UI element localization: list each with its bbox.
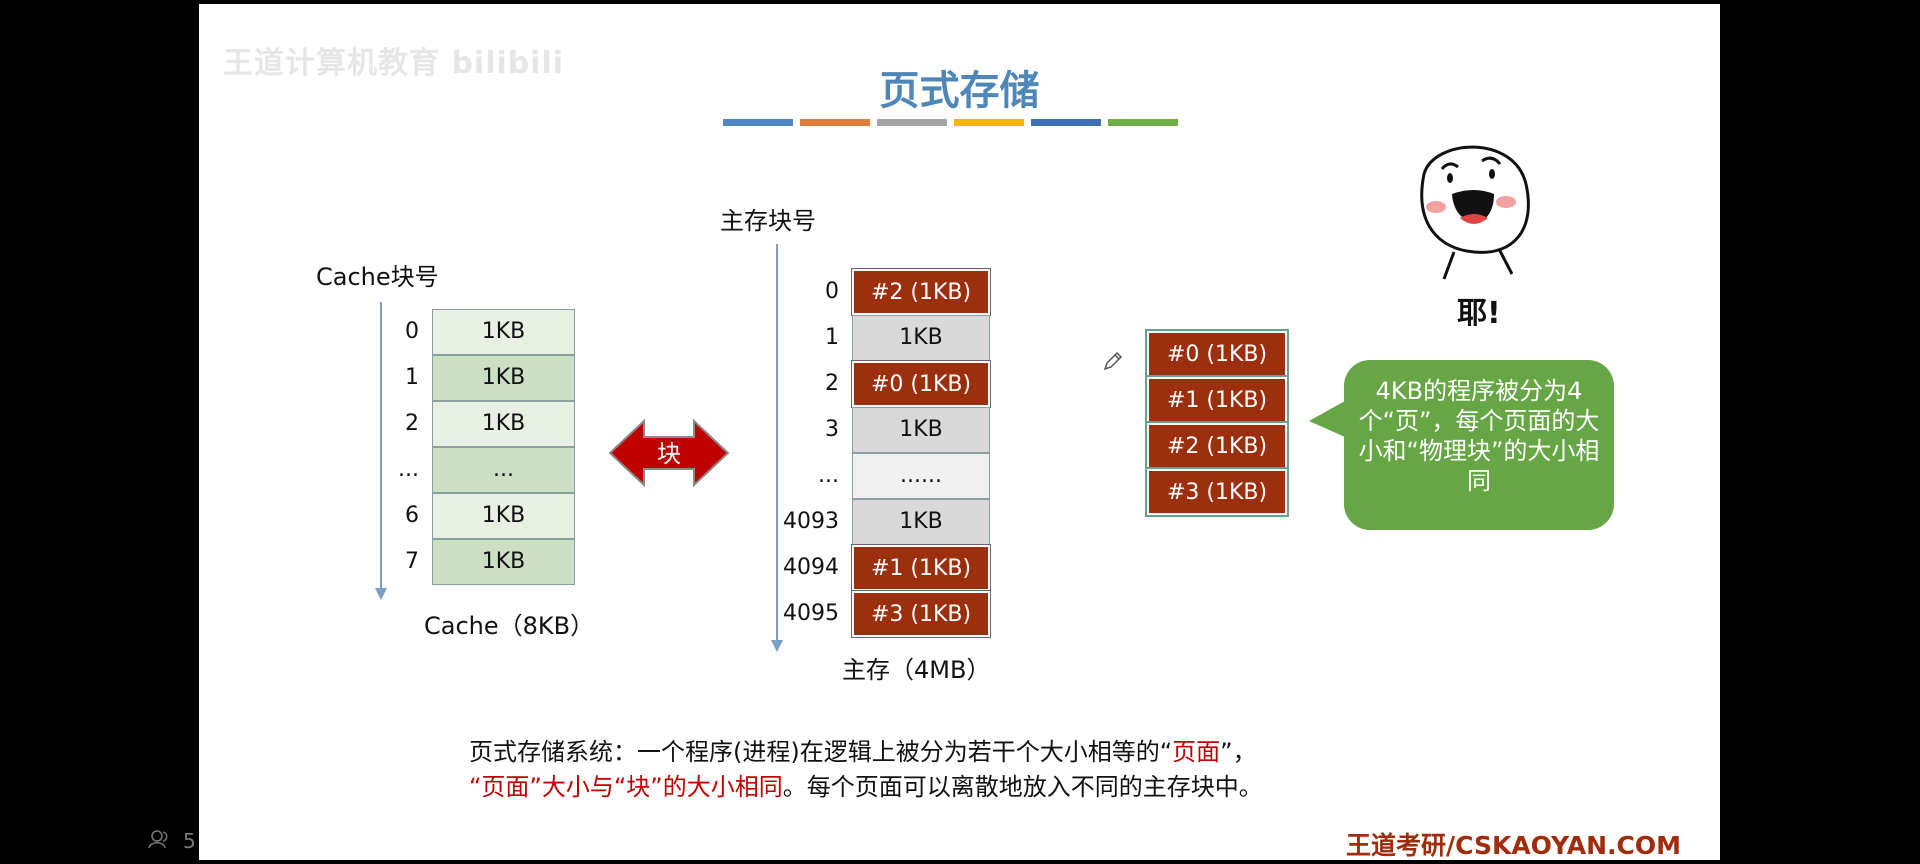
title-bar-3 [877, 119, 947, 126]
cache-axis-arrow-icon [375, 588, 387, 600]
cache-block: ... [432, 447, 575, 493]
cache-block-number: 7 [405, 549, 419, 574]
memory-block-number: 3 [825, 417, 839, 442]
memory-block: ...... [852, 453, 990, 499]
description-line-2: “页面”大小与“块”的大小相同。每个页面可以离散地放入不同的主存块中。 [469, 767, 1263, 802]
cache-block-number: 0 [405, 319, 419, 344]
memory-block-number: 0 [825, 279, 839, 304]
memory-block-number: 4094 [783, 555, 839, 580]
slide: 王道计算机教育 bilibili 页式存储 Cache块号 0 1KB 1 1KB 2 1… [199, 4, 1720, 860]
program-page: #2 (1KB) [1145, 421, 1289, 471]
cache-block: 1KB [432, 355, 575, 401]
mascot-text: 耶! [1457, 296, 1501, 331]
cache-block-number: 2 [405, 411, 419, 436]
memory-axis-line [776, 244, 778, 644]
memory-block: 1KB [852, 499, 990, 545]
cache-header: Cache块号 [316, 263, 439, 291]
memory-block: #2 (1KB) [851, 268, 991, 316]
memory-block-number: 2 [825, 371, 839, 396]
cache-block: 1KB [432, 493, 575, 539]
viewer-count: 5 [183, 829, 196, 853]
cache-block-number: ... [398, 457, 419, 482]
description-line-1: 页式存储系统：一个程序(进程)在逻辑上被分为若干个大小相等的“页面”， [469, 732, 1257, 767]
program-page: #3 (1KB) [1145, 467, 1289, 517]
description-line-2-b: 。每个页面可以离散地放入不同的主存块中。 [782, 773, 1263, 801]
memory-header: 主存块号 [720, 207, 816, 235]
footer-brand: 王道考研/CSKAOYAN.COM [1346, 831, 1681, 860]
title-bar-5 [1031, 119, 1101, 126]
program-page: #1 (1KB) [1145, 375, 1289, 425]
memory-block: 1KB [852, 407, 990, 453]
description-highlight-page: 页面 [1172, 738, 1221, 766]
bubble-tail [1309, 401, 1345, 437]
cache-block: 1KB [432, 309, 575, 355]
memory-axis-arrow-icon [771, 640, 783, 652]
title-bar-2 [800, 119, 870, 126]
program-page: #0 (1KB) [1145, 329, 1289, 379]
description-highlight-size: “页面”大小与“块”的大小相同 [469, 773, 783, 801]
viewers-icon [148, 830, 168, 849]
memory-block: #1 (1KB) [851, 544, 991, 592]
memory-block: 1KB [852, 315, 990, 361]
memory-block-number: 4095 [783, 601, 839, 626]
memory-block-number: 1 [825, 325, 839, 350]
title-bar-4 [954, 119, 1024, 126]
title-bar-1 [723, 119, 793, 126]
title-bar-6 [1108, 119, 1178, 126]
memory-block-number: 4093 [783, 509, 839, 534]
cache-caption: Cache（8KB） [424, 612, 595, 640]
description-line-1-a: 页式存储系统：一个程序(进程)在逻辑上被分为若干个大小相等的“ [469, 738, 1173, 766]
cache-block: 1KB [432, 401, 575, 447]
memory-block: #3 (1KB) [851, 590, 991, 638]
memory-block: #0 (1KB) [851, 360, 991, 408]
page-title: 页式存储 [879, 68, 1040, 114]
arrow-label: 块 [657, 440, 681, 468]
cache-block-number: 6 [405, 503, 419, 528]
memory-block-number: ... [818, 463, 839, 488]
description-line-1-b: ”， [1220, 738, 1257, 766]
memory-caption: 主存（4MB） [842, 656, 991, 684]
cache-block-number: 1 [405, 365, 419, 390]
speech-bubble: 4KB的程序被分为4个“页”，每个页面的大小和“物理块”的大小相同 [1344, 360, 1614, 530]
pencil-icon [1103, 351, 1123, 371]
cache-block: 1KB [432, 539, 575, 585]
